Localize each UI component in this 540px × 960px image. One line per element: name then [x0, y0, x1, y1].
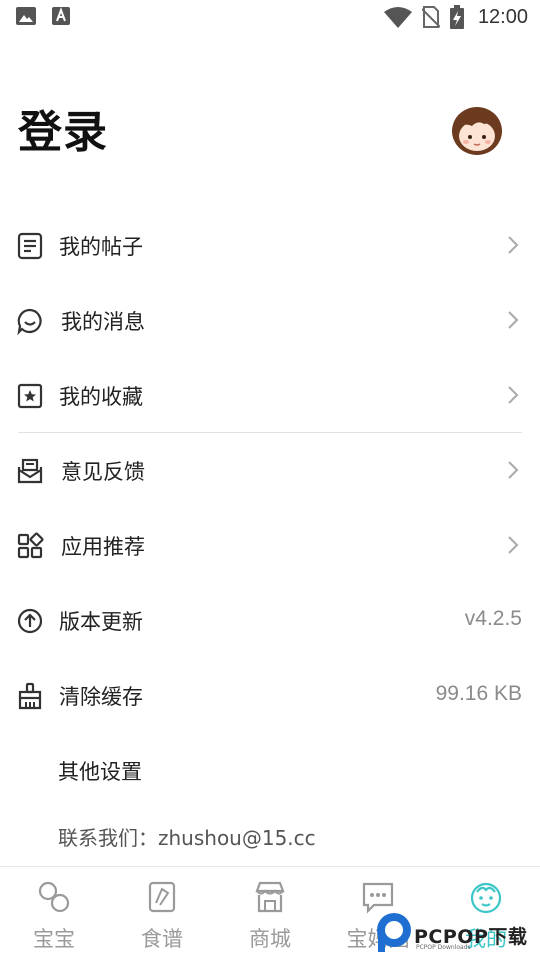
menu-item-my-favorites[interactable]: 我的收藏: [0, 358, 540, 433]
star-box-icon: [17, 383, 43, 409]
menu-item-label: 我的消息: [61, 310, 145, 334]
menu-item-clear-cache[interactable]: 清除缓存 99.16 KB: [0, 658, 540, 733]
girl-avatar-icon[interactable]: [448, 100, 506, 158]
menu-item-label: 意见反馈: [61, 460, 145, 484]
mail-icon: [17, 458, 43, 484]
menu-item-feedback[interactable]: 意见反馈: [0, 433, 540, 508]
recipe-icon: [148, 881, 176, 913]
status-bar: 12:00: [0, 0, 540, 36]
image-icon: [16, 7, 36, 25]
menu-item-my-messages[interactable]: 我的消息: [0, 283, 540, 358]
baby-rattle-icon: [38, 881, 70, 913]
apps-grid-icon: [17, 532, 44, 559]
chevron-right-icon: [508, 386, 519, 404]
clock: 12:00: [477, 5, 528, 28]
menu-item-version-update[interactable]: 版本更新 v4.2.5: [0, 583, 540, 658]
login-title[interactable]: 登录: [18, 96, 108, 160]
tab-baby[interactable]: 宝宝: [0, 867, 108, 960]
chevron-right-icon: [508, 461, 519, 479]
menu-item-label: 应用推荐: [61, 535, 145, 559]
menu-item-label: 清除缓存: [59, 685, 143, 709]
pcpop-logo-icon: [377, 913, 411, 952]
tab-recipes[interactable]: 食谱: [108, 867, 216, 960]
tab-label: 商城: [249, 927, 291, 951]
version-value: v4.2.5: [464, 607, 522, 630]
tab-label: 食谱: [141, 927, 183, 951]
store-icon: [255, 881, 285, 913]
menu-item-label: 版本更新: [59, 610, 143, 634]
menu-item-app-recommendations[interactable]: 应用推荐: [0, 508, 540, 583]
menu-item-label: 我的收藏: [59, 385, 143, 409]
watermark-sub: PCPOP Downloads: [416, 944, 471, 951]
chevron-right-icon: [508, 311, 519, 329]
font-icon: [52, 7, 70, 25]
chat-smile-icon: [17, 308, 42, 335]
menu-item-my-posts[interactable]: 我的帖子: [0, 208, 540, 283]
broom-icon: [18, 682, 42, 710]
menu-item-label: 其他设置: [58, 760, 142, 784]
tab-label: 宝宝: [33, 927, 75, 951]
cache-size-value: 99.16 KB: [435, 682, 522, 705]
menu-item-label: 我的帖子: [59, 235, 143, 259]
wifi-icon: [383, 7, 412, 28]
no-sim-icon: [421, 6, 440, 28]
chevron-right-icon: [508, 536, 519, 554]
contact-email[interactable]: 联系我们：zhushou@15.cc: [58, 822, 316, 851]
arrow-up-circle-icon: [17, 608, 43, 634]
document-icon: [17, 232, 43, 260]
tab-store[interactable]: 商城: [216, 867, 324, 960]
pcpop-watermark: PCPOP下载 PCPOP Downloads: [374, 910, 540, 954]
chevron-right-icon: [508, 236, 519, 254]
menu-item-other-settings[interactable]: 其他设置: [0, 733, 540, 808]
battery-charging-icon: [449, 5, 464, 29]
